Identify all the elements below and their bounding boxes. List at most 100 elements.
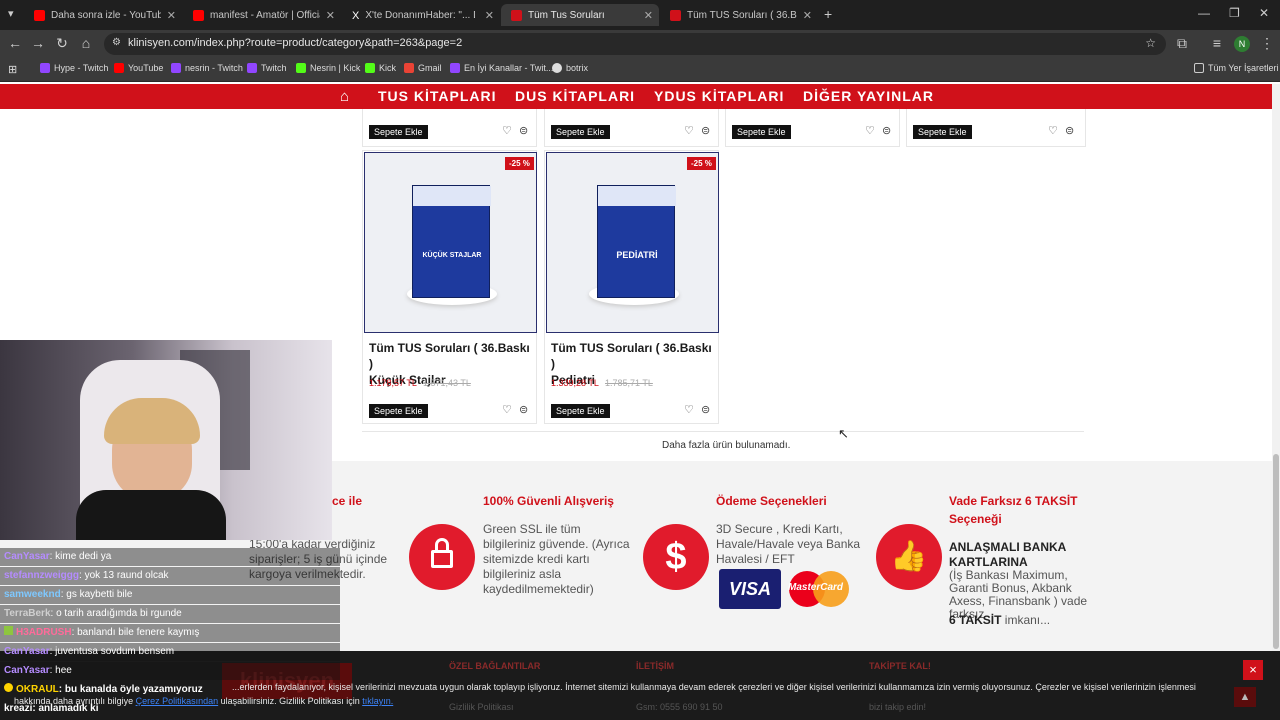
webcam-overlay: [0, 340, 332, 540]
url-bar[interactable]: ⚙ klinisyen.com/index.php?route=product/…: [104, 33, 1166, 55]
browser-tab[interactable]: X X'te DonanımHaber: "... Dijital ✕: [342, 4, 500, 26]
compare-icon[interactable]: ⊜: [519, 403, 528, 416]
browser-tab[interactable]: Daha sonra izle - YouTube ✕: [24, 4, 182, 26]
nav-tus-books[interactable]: TUS KİTAPLARI: [378, 88, 497, 104]
url-text: klinisyen.com/index.php?route=product/ca…: [128, 37, 463, 49]
back-icon[interactable]: ←: [6, 35, 24, 51]
site-info-icon[interactable]: ⚙: [112, 37, 121, 48]
all-bookmarks[interactable]: Tüm Yer İşaretleri: [1194, 63, 1279, 73]
home-icon[interactable]: ⌂: [340, 88, 350, 105]
nav-other-publications[interactable]: DİĞER YAYINLAR: [803, 88, 934, 104]
twitch-icon: [40, 63, 50, 73]
add-to-cart-button[interactable]: Sepete Ekle: [913, 125, 972, 139]
minimize-icon[interactable]: —: [1198, 6, 1210, 20]
compare-icon[interactable]: ⊜: [519, 124, 528, 137]
badge-icon: [4, 683, 13, 692]
bookmark-item[interactable]: Gmail: [404, 63, 442, 73]
new-tab-button[interactable]: +: [824, 6, 832, 22]
close-tab-icon[interactable]: ✕: [326, 9, 335, 22]
bookmark-item[interactable]: nesrin - Twitch: [171, 63, 243, 73]
compare-icon[interactable]: ⊜: [1065, 124, 1074, 137]
bookmark-item[interactable]: YouTube: [114, 63, 163, 73]
compare-icon[interactable]: ⊜: [701, 403, 710, 416]
twitch-icon: [450, 63, 460, 73]
wishlist-heart-icon[interactable]: ♡: [502, 403, 512, 416]
page-scrollbar[interactable]: [1272, 84, 1280, 651]
profile-avatar[interactable]: N: [1234, 36, 1250, 52]
nav-ydus-books[interactable]: YDUS KİTAPLARI: [654, 88, 784, 104]
chat-message: H3ADRUSH: banlandı bile fenere kaymış: [0, 624, 340, 642]
address-bar-row: ← → ↻ ⌂ ⚙ klinisyen.com/index.php?route=…: [0, 30, 1280, 58]
browser-tab[interactable]: Tüm TUS Soruları ( 36.Baskı ) Bi ✕: [660, 4, 818, 26]
visa-logo: VISA: [719, 569, 781, 609]
browser-tab-active[interactable]: Tüm Tus Soruları ✕: [501, 4, 659, 26]
chat-message: kreazi: anlamadık ki: [4, 703, 99, 714]
product-old-price: 1.785,71 TL: [605, 378, 653, 388]
thumbs-up-icon: 👍: [876, 524, 942, 590]
feature-text: 6 TAKSİT imkanı...: [949, 613, 1051, 627]
bookmark-item[interactable]: botrix: [552, 63, 588, 73]
wishlist-heart-icon[interactable]: ♡: [865, 124, 875, 137]
divider: [362, 431, 1084, 432]
add-to-cart-button[interactable]: Sepete Ekle: [551, 125, 610, 139]
bookmark-item[interactable]: Nesrin | Kick: [296, 63, 360, 73]
bookmarks-bar: ⊞ Hype - Twitch YouTube nesrin - Twitch …: [0, 58, 1280, 82]
wishlist-heart-icon[interactable]: ♡: [684, 124, 694, 137]
bookmark-item[interactable]: En İyi Kanallar - Twit...: [450, 63, 553, 73]
kick-icon: [296, 63, 306, 73]
folder-icon: [1194, 63, 1204, 73]
nav-dus-books[interactable]: DUS KİTAPLARI: [515, 88, 635, 104]
twitch-icon: [247, 63, 257, 73]
bookmark-item[interactable]: Hype - Twitch: [40, 63, 108, 73]
compare-icon[interactable]: ⊜: [882, 124, 891, 137]
reload-icon[interactable]: ↻: [53, 35, 71, 52]
add-to-cart-button[interactable]: Sepete Ekle: [732, 125, 791, 139]
footer-heading: ÖZEL BAĞLANTILAR: [449, 661, 541, 671]
close-tab-icon[interactable]: ✕: [485, 9, 494, 22]
menu-icon[interactable]: ⋮: [1258, 35, 1276, 52]
bookmark-item[interactable]: Kick: [365, 63, 396, 73]
compare-icon[interactable]: ⊜: [701, 124, 710, 137]
cookie-text: ...erlerden faydalanıyor, kişisel verile…: [232, 682, 1196, 692]
close-tab-icon[interactable]: ✕: [644, 9, 653, 22]
chat-message: CanYasar: kime dedi ya: [0, 548, 340, 566]
extensions-icon[interactable]: ⧉: [1173, 35, 1191, 52]
scrollbar-thumb[interactable]: [1273, 454, 1279, 649]
chat-message: OKRAUL: bu kanalda öyle yazamıyoruz: [0, 681, 340, 699]
feature-title: Vade Farksız 6 TAKSİT Seçeneği: [949, 494, 1078, 526]
privacy-policy-link[interactable]: tıklayın.: [362, 696, 393, 706]
feature-text: 3D Secure , Kredi Kartı, Havale/Havale v…: [716, 522, 861, 566]
close-tab-icon[interactable]: ✕: [167, 9, 176, 22]
add-to-cart-button[interactable]: Sepete Ekle: [551, 404, 610, 418]
apps-icon[interactable]: ⊞: [8, 63, 17, 76]
cover-band: [598, 186, 676, 206]
wishlist-heart-icon[interactable]: ♡: [502, 124, 512, 137]
close-tab-icon[interactable]: ✕: [803, 9, 812, 22]
product-card-partial: Sepete Ekle ♡ ⊜: [725, 109, 900, 147]
cookie-close-button[interactable]: ×: [1243, 660, 1263, 680]
cover-title: KÜÇÜK STAJLAR: [422, 252, 482, 259]
reading-list-icon[interactable]: ≡: [1208, 35, 1226, 51]
mod-badge-icon: [4, 626, 13, 635]
dollar-icon: $: [643, 524, 709, 590]
wishlist-heart-icon[interactable]: ♡: [684, 403, 694, 416]
wishlist-heart-icon[interactable]: ♡: [1048, 124, 1058, 137]
home-icon[interactable]: ⌂: [77, 35, 95, 51]
bookmark-item[interactable]: Twitch: [247, 63, 287, 73]
chat-message: TerraBerk: o tarih aradığımda bi rgunde: [0, 605, 340, 623]
feature-bold-text: ANLAŞMALI BANKA KARTLARINA: [949, 540, 1067, 569]
bookmark-star-icon[interactable]: ☆: [1145, 36, 1156, 50]
close-window-icon[interactable]: ✕: [1259, 6, 1269, 20]
product-price: 1.178,57 TL: [369, 378, 417, 388]
browser-tab-bar: Daha sonra izle - YouTube ✕ manifest - A…: [0, 0, 1280, 30]
product-image[interactable]: PEDİATRİ -25 %: [546, 152, 719, 333]
forward-icon[interactable]: →: [29, 35, 47, 51]
product-image[interactable]: KÜÇÜK STAJLAR -25 %: [364, 152, 537, 333]
add-to-cart-button[interactable]: Sepete Ekle: [369, 404, 428, 418]
chat-message: CanYasar: juventusa sovdum bensem: [0, 643, 340, 661]
browser-tab[interactable]: manifest - Amatör | Official Mu ✕: [183, 4, 341, 26]
scroll-top-button[interactable]: ▲: [1234, 687, 1256, 707]
add-to-cart-button[interactable]: Sepete Ekle: [369, 125, 428, 139]
maximize-icon[interactable]: ❐: [1229, 6, 1240, 20]
tab-search-icon[interactable]: ▾: [8, 7, 14, 20]
